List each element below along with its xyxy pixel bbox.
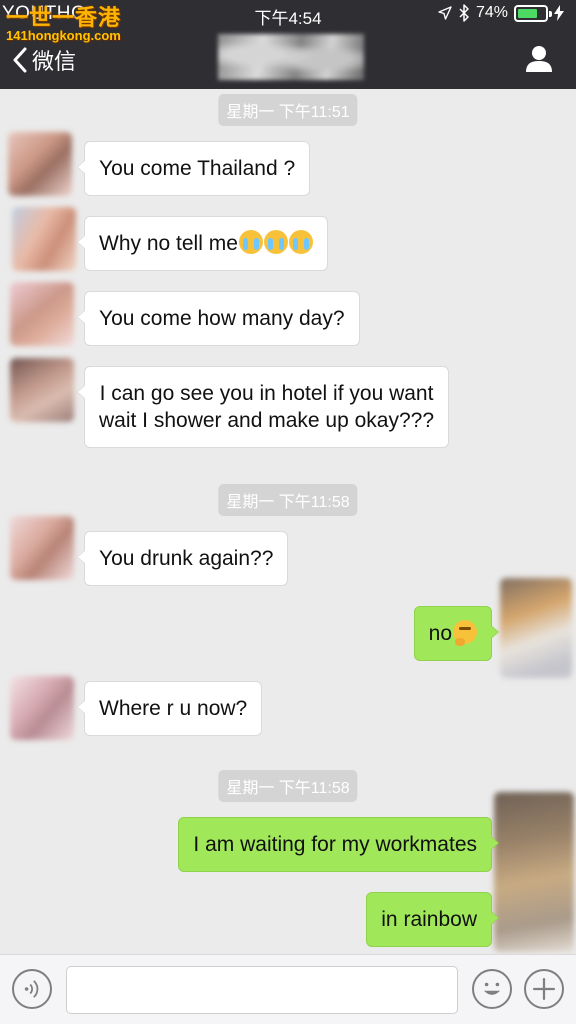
message-text: Where r u now? — [99, 697, 248, 720]
avatar[interactable] — [10, 676, 74, 740]
bluetooth-icon — [459, 4, 469, 22]
message-text: I can go see you in hotel if you want — [99, 382, 434, 405]
location-arrow-icon — [438, 6, 452, 20]
person-icon[interactable] — [524, 44, 554, 74]
message-text: I am waiting for my workmates — [193, 833, 477, 856]
message-bubble[interactable]: Why no tell me — [77, 216, 328, 271]
battery-icon — [514, 4, 552, 22]
message-text: You come how many day? — [99, 307, 345, 330]
avatar[interactable] — [494, 792, 574, 952]
avatar[interactable] — [12, 207, 76, 271]
message-text: wait I shower and make up okay??? — [99, 409, 435, 432]
input-bar — [0, 954, 576, 1024]
charging-bolt-icon — [554, 5, 564, 21]
battery-percent: 74% — [475, 4, 508, 21]
avatar[interactable] — [10, 282, 74, 346]
message-text: no — [428, 622, 452, 645]
message-bubble-outgoing[interactable]: no — [413, 606, 500, 661]
message-text: Why no tell me — [99, 232, 238, 255]
message-timestamp: 星期一 下午11:58 — [218, 770, 358, 802]
thinking-face-emoji — [453, 620, 477, 646]
message-timestamp: 星期一 下午11:58 — [218, 484, 358, 516]
message-bubble[interactable]: Where r u now? — [76, 681, 263, 736]
back-button[interactable]: 微信 — [12, 44, 76, 76]
plus-icon[interactable] — [524, 969, 564, 1009]
message-bubble[interactable]: I can go see you in hotel if you want wa… — [76, 366, 450, 448]
message-bubble[interactable]: You drunk again?? — [76, 531, 289, 586]
message-text: in rainbow — [381, 908, 477, 931]
back-label: 微信 — [32, 49, 77, 74]
message-bubble-outgoing[interactable]: I am waiting for my workmates — [178, 817, 499, 872]
message-bubble-outgoing[interactable]: in rainbow — [366, 892, 499, 947]
avatar[interactable] — [10, 358, 74, 422]
crying-face-emoji — [288, 230, 313, 254]
chevron-left-icon — [13, 47, 27, 73]
voice-icon[interactable] — [12, 969, 52, 1009]
message-input[interactable] — [66, 966, 458, 1014]
message-bubble[interactable]: You come Thailand ? — [76, 141, 311, 196]
avatar[interactable] — [10, 516, 74, 580]
message-text: You come Thailand ? — [99, 157, 296, 180]
chat-screen: YOUTHG 一世一香港 141hongkong.com 下午4:54 74% — [0, 0, 576, 1024]
message-timestamp: 星期一 下午11:51 — [218, 94, 358, 126]
top-bar: YOUTHG 一世一香港 141hongkong.com 下午4:54 74% — [0, 0, 576, 89]
crying-face-emoji — [263, 230, 288, 254]
battery-level — [518, 8, 538, 18]
message-bubble[interactable]: You come how many day? — [77, 291, 360, 346]
message-text: You drunk again?? — [99, 547, 274, 570]
watermark-url: 141hongkong.com — [6, 28, 121, 43]
avatar[interactable] — [500, 578, 572, 678]
crying-face-emoji — [238, 230, 263, 254]
avatar[interactable] — [8, 132, 72, 196]
chat-title-redacted — [218, 34, 364, 80]
status-indicators: 74% — [438, 4, 564, 22]
smiley-icon[interactable] — [472, 969, 512, 1009]
